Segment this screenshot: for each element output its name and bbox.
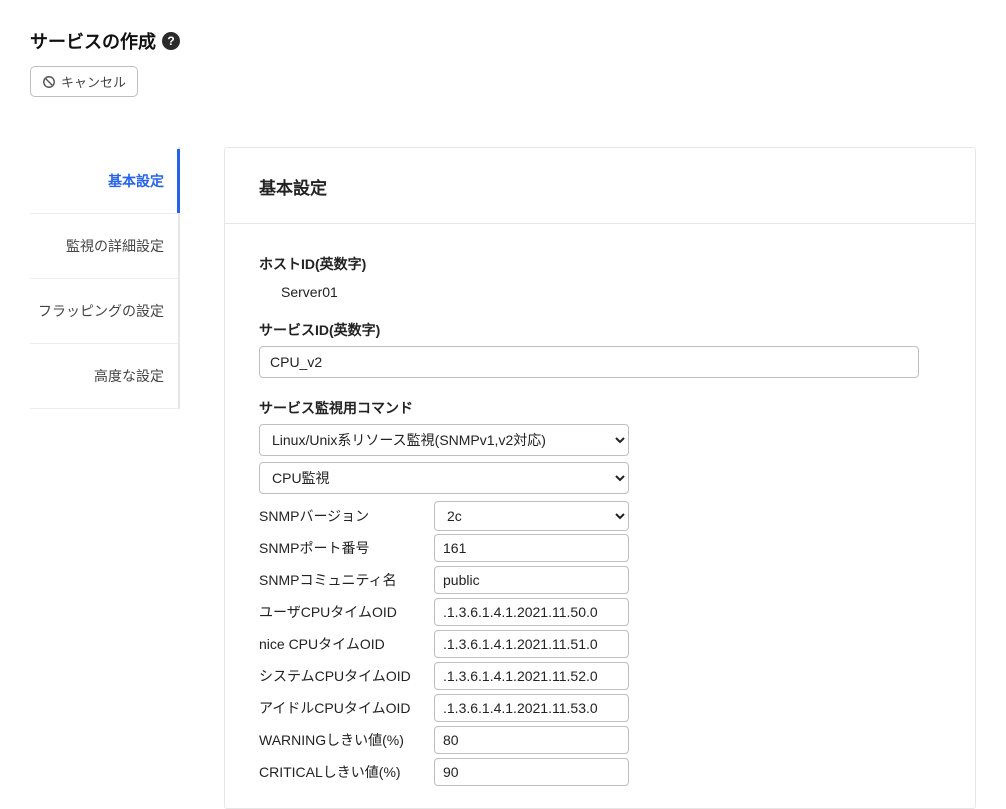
param-row: CRITICALしきい値(%): [259, 756, 941, 788]
param-label: SNMPコミュニティ名: [259, 564, 434, 596]
sidebar-item-advanced[interactable]: 高度な設定: [30, 344, 178, 409]
page-header: サービスの作成 ? キャンセル: [30, 28, 976, 97]
cancel-icon: [42, 75, 56, 89]
command-label: サービス監視用コマンド: [259, 398, 941, 418]
param-label: WARNINGしきい値(%): [259, 724, 434, 756]
page-title: サービスの作成: [30, 28, 156, 54]
param-row: アイドルCPUタイムOID: [259, 692, 941, 724]
cancel-button-label: キャンセル: [61, 72, 126, 91]
idle-cpu-oid-input[interactable]: [434, 694, 629, 722]
help-icon[interactable]: ?: [162, 32, 180, 50]
snmp-port-input[interactable]: [434, 534, 629, 562]
param-label: SNMPバージョン: [259, 500, 434, 532]
param-label: ユーザCPUタイムOID: [259, 596, 434, 628]
sidebar-item-label: 高度な設定: [94, 368, 164, 384]
param-row: SNMPバージョン 2c: [259, 500, 941, 532]
param-row: システムCPUタイムOID: [259, 660, 941, 692]
param-label: システムCPUタイムOID: [259, 660, 434, 692]
service-id-label: サービスID(英数字): [259, 320, 941, 340]
param-label: CRITICALしきい値(%): [259, 756, 434, 788]
warning-threshold-input[interactable]: [434, 726, 629, 754]
host-id-value: Server01: [259, 280, 941, 300]
system-cpu-oid-input[interactable]: [434, 662, 629, 690]
command-category-select[interactable]: Linux/Unix系リソース監視(SNMPv1,v2対応): [259, 424, 629, 456]
param-label: アイドルCPUタイムOID: [259, 692, 434, 724]
basic-settings-panel: 基本設定 ホストID(英数字) Server01 サービスID(英数字) サービ…: [224, 147, 976, 809]
critical-threshold-input[interactable]: [434, 758, 629, 786]
param-row: nice CPUタイムOID: [259, 628, 941, 660]
param-row: SNMPコミュニティ名: [259, 564, 941, 596]
param-row: SNMPポート番号: [259, 532, 941, 564]
snmp-version-select[interactable]: 2c: [434, 501, 629, 531]
service-id-input[interactable]: [259, 346, 919, 378]
param-row: WARNINGしきい値(%): [259, 724, 941, 756]
snmp-community-input[interactable]: [434, 566, 629, 594]
sidebar-item-flapping[interactable]: フラッピングの設定: [30, 279, 178, 344]
nice-cpu-oid-input[interactable]: [434, 630, 629, 658]
param-row: ユーザCPUタイムOID: [259, 596, 941, 628]
command-type-select[interactable]: CPU監視: [259, 462, 629, 494]
param-label: SNMPポート番号: [259, 532, 434, 564]
sidebar-item-label: 監視の詳細設定: [66, 238, 164, 254]
command-params: SNMPバージョン 2c SNMPポート番号 SNMPコミュニティ名: [259, 500, 941, 788]
cancel-button[interactable]: キャンセル: [30, 66, 138, 97]
param-label: nice CPUタイムOID: [259, 628, 434, 660]
panel-title: 基本設定: [259, 174, 941, 199]
sidebar-item-monitoring-detail[interactable]: 監視の詳細設定: [30, 214, 178, 279]
sidebar-item-label: 基本設定: [108, 173, 164, 189]
sidebar-item-basic[interactable]: 基本設定: [30, 149, 178, 214]
user-cpu-oid-input[interactable]: [434, 598, 629, 626]
settings-sidebar: 基本設定 監視の詳細設定 フラッピングの設定 高度な設定: [30, 147, 180, 409]
host-id-label: ホストID(英数字): [259, 254, 941, 274]
sidebar-item-label: フラッピングの設定: [38, 303, 164, 319]
